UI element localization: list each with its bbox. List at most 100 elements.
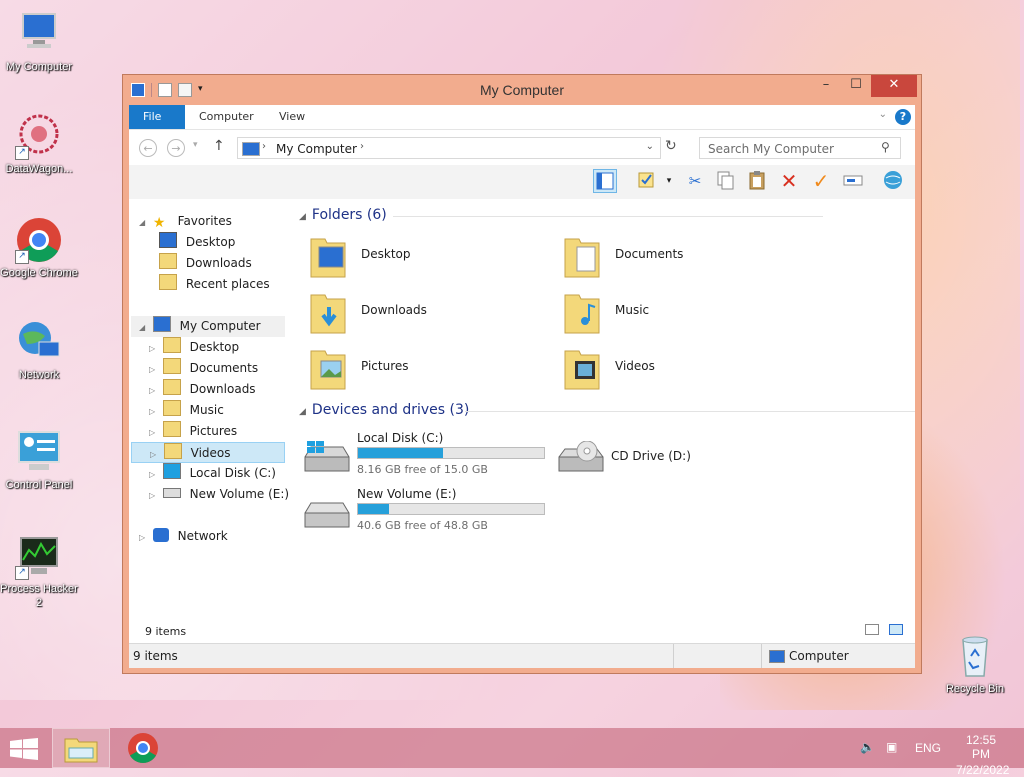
nav-network[interactable]: ▷ Network bbox=[139, 526, 228, 547]
nav-pictures[interactable]: ▷ Pictures bbox=[149, 421, 237, 442]
expand-arrow-icon[interactable]: ▷ bbox=[149, 338, 159, 359]
desktop-icon-label: My Computer bbox=[5, 61, 73, 73]
language-indicator[interactable]: ENG bbox=[915, 741, 941, 755]
copy-icon[interactable] bbox=[713, 169, 737, 193]
expand-arrow-icon[interactable]: ▷ bbox=[139, 527, 149, 548]
drive-icon bbox=[304, 502, 350, 528]
close-button[interactable]: ✕ bbox=[871, 75, 917, 97]
maximize-button[interactable]: ☐ bbox=[841, 75, 871, 97]
volume-muted-icon[interactable]: 🔈 bbox=[860, 740, 875, 754]
delete-icon[interactable]: ✕ bbox=[777, 169, 801, 193]
select-dropdown-icon[interactable]: ▾ bbox=[657, 169, 681, 193]
select-checkbox-icon[interactable] bbox=[635, 169, 659, 193]
folder-music[interactable]: Music bbox=[557, 285, 797, 337]
nav-local-disk-c[interactable]: ▷ Local Disk (C:) bbox=[149, 463, 276, 484]
breadcrumb-my-computer[interactable]: My Computer bbox=[276, 142, 357, 156]
expand-arrow-icon[interactable]: ▷ bbox=[150, 444, 160, 465]
drive-cd-d[interactable]: CD Drive (D:) bbox=[553, 431, 813, 483]
checkmark-icon[interactable]: ✓ bbox=[809, 169, 833, 193]
expand-arrow-icon[interactable]: ▷ bbox=[149, 422, 159, 443]
expand-arrow-icon[interactable]: ◢ bbox=[139, 212, 149, 233]
nav-fav-desktop[interactable]: Desktop bbox=[159, 232, 235, 253]
taskbar-chrome[interactable] bbox=[114, 728, 172, 768]
drive-local-disk-c[interactable]: Local Disk (C:) 8.16 GB free of 15.0 GB bbox=[299, 431, 559, 483]
refresh-button[interactable]: ↻ bbox=[665, 138, 677, 154]
folder-documents[interactable]: Documents bbox=[557, 229, 797, 281]
folder-label: Videos bbox=[615, 359, 655, 373]
details-view-icon[interactable] bbox=[865, 624, 879, 635]
title-bar[interactable]: ▾ My Computer – ☐ ✕ bbox=[123, 75, 921, 105]
nav-item-label: Documents bbox=[189, 361, 259, 375]
desktop-icon-recycle-bin[interactable]: Recycle Bin bbox=[936, 632, 1014, 696]
tab-computer[interactable]: Computer bbox=[185, 105, 268, 129]
drive-usage-bar bbox=[357, 503, 545, 515]
search-input[interactable]: Search My Computer bbox=[699, 137, 901, 159]
navigation-pane: ◢ ★ Favorites Desktop Downloads Recent p… bbox=[129, 199, 289, 619]
drive-new-volume-e[interactable]: New Volume (E:) 40.6 GB free of 48.8 GB bbox=[299, 487, 559, 539]
folders-group-header[interactable]: ◢ Folders (6) bbox=[299, 207, 823, 223]
folder-pictures[interactable]: Pictures bbox=[303, 341, 543, 393]
desktop-icon-control-panel[interactable]: Control Panel bbox=[0, 428, 78, 492]
breadcrumb-separator: › bbox=[262, 141, 266, 152]
desktop-icon-my-computer[interactable]: My Computer bbox=[0, 10, 78, 74]
nav-my-computer[interactable]: ◢ My Computer bbox=[131, 316, 285, 337]
address-dropdown-icon[interactable]: ⌄ bbox=[646, 141, 654, 152]
expand-arrow-icon[interactable]: ▷ bbox=[149, 464, 159, 485]
folder-desktop[interactable]: Desktop bbox=[303, 229, 543, 281]
breadcrumb-separator[interactable]: › bbox=[360, 141, 364, 152]
desktop-icon-network[interactable]: Network bbox=[0, 318, 78, 382]
address-bar[interactable]: › My Computer › ⌄ bbox=[237, 137, 661, 159]
drives-group-header[interactable]: ◢ Devices and drives (3) bbox=[299, 402, 915, 418]
nav-documents[interactable]: ▷ Documents bbox=[149, 358, 258, 379]
windows-logo-icon bbox=[10, 738, 38, 760]
nav-downloads[interactable]: ▷ Downloads bbox=[149, 379, 256, 400]
expand-arrow-icon[interactable]: ▷ bbox=[149, 359, 159, 380]
desktop-icon-datawagon[interactable]: ↗ DataWagon... bbox=[0, 112, 78, 176]
forward-button[interactable]: → bbox=[167, 139, 185, 157]
expand-arrow-icon[interactable]: ▷ bbox=[149, 485, 159, 506]
help-button[interactable]: ? bbox=[895, 109, 911, 125]
collapse-arrow-icon[interactable]: ◢ bbox=[299, 212, 306, 222]
expand-arrow-icon[interactable]: ◢ bbox=[139, 317, 149, 338]
taskbar-file-explorer[interactable] bbox=[52, 728, 110, 768]
expand-arrow-icon[interactable]: ▷ bbox=[149, 401, 159, 422]
cut-icon[interactable]: ✂ bbox=[683, 169, 707, 193]
recent-places-icon bbox=[159, 274, 177, 290]
nav-music[interactable]: ▷ Music bbox=[149, 400, 224, 421]
nav-new-volume-e[interactable]: ▷ New Volume (E:) bbox=[149, 484, 289, 505]
network-tray-icon[interactable]: ▣ bbox=[886, 740, 897, 754]
process-hacker-icon: ↗ bbox=[15, 532, 63, 580]
group-divider bbox=[393, 216, 823, 217]
tab-view[interactable]: View bbox=[265, 105, 319, 129]
expand-arrow-icon[interactable]: ▷ bbox=[149, 380, 159, 401]
folder-downloads[interactable]: Downloads bbox=[303, 285, 543, 337]
status-divider bbox=[673, 644, 674, 668]
minimize-button[interactable]: – bbox=[811, 75, 841, 97]
start-button[interactable] bbox=[10, 738, 38, 760]
preview-pane-button[interactable] bbox=[593, 169, 617, 193]
paste-icon[interactable] bbox=[745, 169, 769, 193]
folder-videos[interactable]: Videos bbox=[557, 341, 797, 393]
large-icons-view-icon[interactable] bbox=[889, 624, 903, 635]
tab-file[interactable]: File bbox=[129, 105, 185, 129]
recent-locations-chevron-icon[interactable]: ▾ bbox=[193, 140, 198, 150]
desktop-icon-chrome[interactable]: ↗ Google Chrome bbox=[0, 216, 78, 280]
nav-favorites[interactable]: ◢ ★ Favorites bbox=[139, 211, 232, 232]
globe-icon[interactable] bbox=[881, 169, 905, 193]
nav-videos[interactable]: ▷ Videos bbox=[131, 442, 285, 463]
clock[interactable]: 12:55 PM 7/22/2022 bbox=[956, 733, 1009, 777]
desktop-icon-label: Recycle Bin bbox=[945, 683, 1005, 695]
nav-desktop[interactable]: ▷ Desktop bbox=[149, 337, 239, 358]
rename-icon[interactable] bbox=[841, 169, 865, 193]
nav-fav-downloads[interactable]: Downloads bbox=[159, 253, 252, 274]
ribbon-expand-chevron-icon[interactable]: ⌄ bbox=[879, 109, 887, 120]
item-count: 9 items bbox=[145, 625, 187, 638]
up-button[interactable]: ↑ bbox=[213, 138, 225, 154]
folder-label: Documents bbox=[615, 247, 684, 261]
collapse-arrow-icon[interactable]: ◢ bbox=[299, 407, 306, 417]
documents-folder-icon bbox=[564, 238, 600, 278]
documents-folder-icon bbox=[162, 358, 181, 374]
nav-fav-recent[interactable]: Recent places bbox=[159, 274, 270, 295]
back-button[interactable]: ← bbox=[139, 139, 157, 157]
desktop-icon-process-hacker[interactable]: ↗ Process Hacker 2 bbox=[0, 532, 78, 610]
